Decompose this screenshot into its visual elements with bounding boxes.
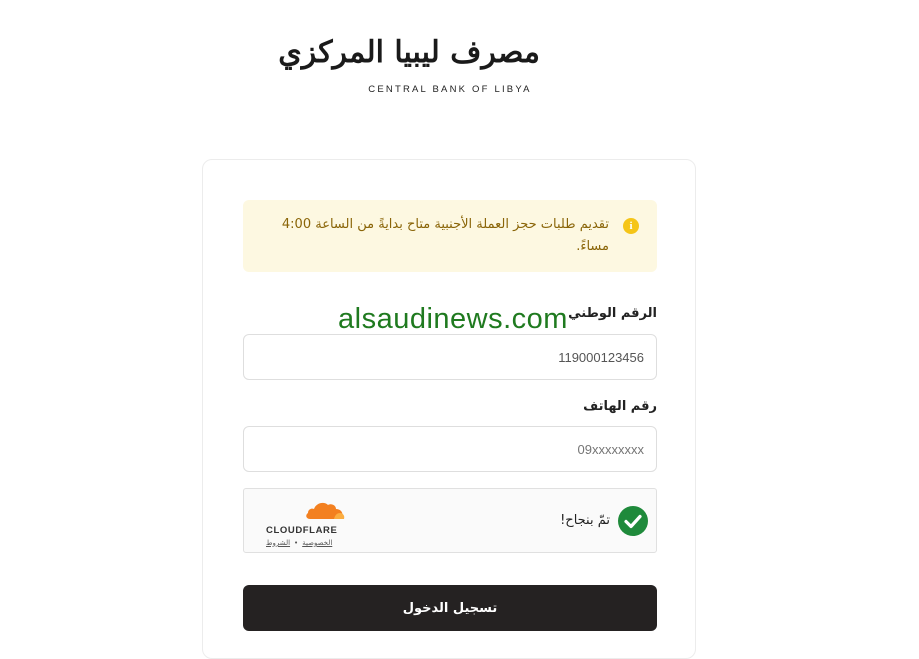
watermark-text: alsaudinews.com bbox=[338, 303, 568, 335]
cloudflare-wordmark: CLOUDFLARE bbox=[266, 525, 338, 536]
privacy-link[interactable]: الخصوصية bbox=[302, 539, 332, 547]
captcha-links: الخصوصية• الشروط bbox=[266, 539, 346, 547]
logo-english-wordmark: CENTRAL BANK OF LIBYA bbox=[368, 84, 532, 95]
national-id-input[interactable] bbox=[243, 334, 657, 380]
cloudflare-cloud-icon bbox=[306, 502, 345, 519]
cloudflare-turnstile-widget[interactable]: تمّ بنجاح! CLOUDFLARE الخصوصية• الشروط bbox=[243, 488, 657, 553]
cloudflare-brand: CLOUDFLARE الخصوصية• الشروط bbox=[266, 499, 346, 547]
info-alert: i تقديم طلبات حجز العملة الأجنبية متاح ب… bbox=[243, 200, 657, 272]
alert-message: تقديم طلبات حجز العملة الأجنبية متاح بدا… bbox=[281, 217, 609, 254]
success-check-icon bbox=[618, 506, 648, 536]
terms-link[interactable]: الشروط bbox=[266, 539, 290, 547]
logo-arabic-wordmark: مصرف ليبيا المركزي bbox=[278, 35, 541, 70]
national-id-label: الرقم الوطني bbox=[568, 306, 657, 321]
central-bank-logo: مصرف ليبيا المركزي CENTRAL BANK OF LIBYA bbox=[278, 30, 541, 100]
login-button[interactable]: تسجيل الدخول bbox=[243, 585, 657, 631]
phone-label: رقم الهاتف bbox=[583, 399, 657, 414]
phone-input[interactable] bbox=[243, 426, 657, 472]
captcha-status: تمّ بنجاح! bbox=[560, 513, 610, 528]
link-separator: • bbox=[294, 539, 299, 547]
info-icon: i bbox=[623, 218, 639, 234]
